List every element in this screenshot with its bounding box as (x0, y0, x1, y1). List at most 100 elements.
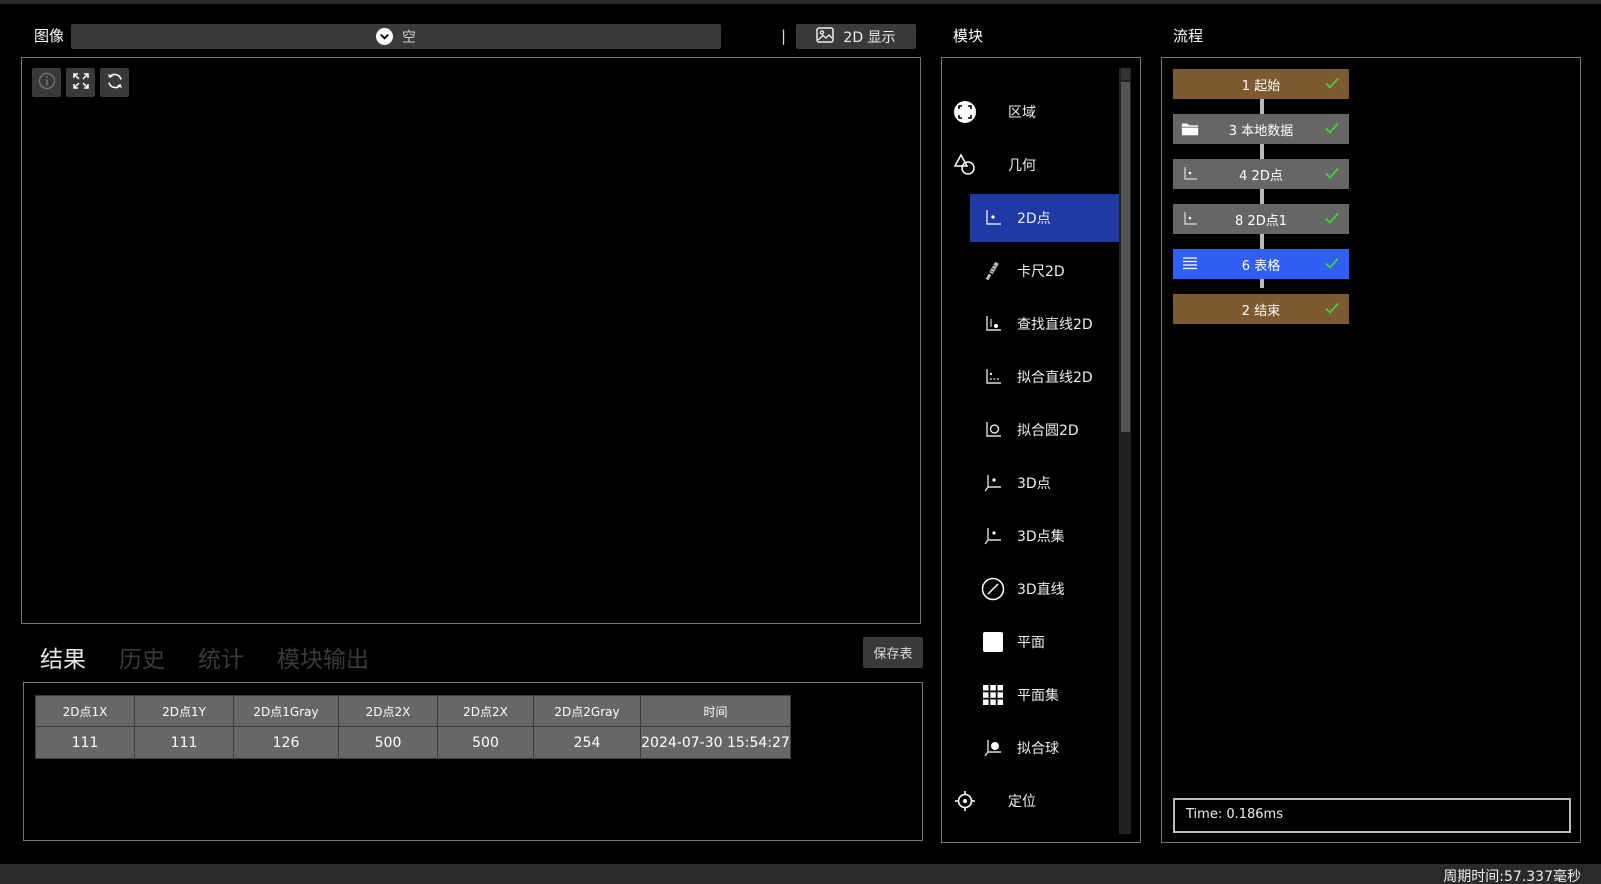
flow-node-label: 1 起始 (1241, 78, 1281, 94)
check-icon (1323, 209, 1341, 227)
display-2d-button[interactable]: 2D 显示 (796, 24, 916, 49)
column-header: 2D点2Gray (533, 695, 641, 727)
point-3d-icon (980, 470, 1006, 496)
tab-result[interactable]: 结果 (40, 640, 86, 674)
table-cell: 111 (134, 726, 234, 759)
module-item-label: 平面集 (1017, 688, 1059, 704)
image-source-select[interactable]: 空 (71, 24, 721, 49)
module-item-fit-sphere[interactable]: 拟合球 (942, 724, 1120, 772)
check-icon (1323, 254, 1341, 272)
column-header: 2D点2X (437, 695, 534, 727)
module-item-label: 卡尺2D (1017, 264, 1065, 280)
column-header: 时间 (640, 695, 791, 727)
module-item-label: 拟合直线2D (1017, 370, 1093, 386)
module-item-point-set-3d[interactable]: 3D点集 (942, 512, 1120, 560)
flow-node-table[interactable]: 6 表格 (1173, 249, 1349, 279)
module-item-point-2d[interactable]: 2D点 (970, 194, 1120, 242)
fit-line-icon (980, 364, 1006, 390)
column-header: 2D点1Gray (233, 695, 339, 727)
save-table-button[interactable]: 保存表 (863, 637, 923, 668)
module-item-label: 拟合球 (1017, 741, 1059, 757)
module-item-fit-circle-2d[interactable]: 拟合圆2D (942, 406, 1120, 454)
module-item-plane[interactable]: 平面 (942, 618, 1120, 666)
module-item-plane-set[interactable]: 平面集 (942, 671, 1120, 719)
flow-node-label: 6 表格 (1241, 258, 1281, 274)
table-cell: 254 (533, 726, 641, 759)
module-item-label: 查找直线2D (1017, 317, 1093, 333)
table-cell: 500 (338, 726, 438, 759)
image-viewer[interactable] (21, 57, 921, 624)
table-cell: 2024-07-30 15:54:27 (640, 726, 791, 759)
module-item-fit-line-2d[interactable]: 拟合直线2D (942, 353, 1120, 401)
module-item-label: 3D点 (1017, 476, 1051, 492)
flow-node-start[interactable]: 1 起始 (1173, 69, 1349, 99)
flow-title: 流程 (1173, 27, 1204, 45)
module-item-label: 2D点 (1017, 211, 1051, 227)
result-table: 2D点1X 2D点1Y 2D点1Gray 2D点2X 2D点2X 2D点2Gra… (35, 695, 791, 759)
module-scrollbar[interactable] (1119, 68, 1131, 834)
point-2d-icon (980, 205, 1006, 231)
execution-time: Time: 0.186ms (1173, 798, 1571, 833)
image-icon (816, 26, 835, 47)
column-header: 2D点2X (338, 695, 438, 727)
point-2d-icon (1181, 210, 1199, 228)
table-header-row: 2D点1X 2D点1Y 2D点1Gray 2D点2X 2D点2X 2D点2Gra… (35, 695, 791, 727)
refresh-button[interactable] (100, 68, 129, 97)
geometry-icon (952, 152, 978, 178)
image-label: 图像 (34, 27, 65, 45)
table-cell: 126 (233, 726, 339, 759)
plane-icon (980, 629, 1006, 655)
caliper-icon (980, 258, 1006, 284)
module-item-label: 拟合圆2D (1017, 423, 1079, 439)
info-button[interactable] (32, 68, 61, 97)
module-item-label: 3D直线 (1017, 582, 1065, 598)
info-icon (38, 72, 56, 94)
module-item-region[interactable]: 区域 (942, 88, 1120, 136)
separator: | (781, 27, 787, 45)
image-select-value: 空 (402, 29, 416, 46)
flow-panel: 1 起始 3 本地数据 4 2D点 8 2D点1 6 表格 2 结束 Time:… (1161, 57, 1581, 843)
check-icon (1323, 164, 1341, 182)
flow-node-point-2d-1[interactable]: 8 2D点1 (1173, 204, 1349, 234)
table-row[interactable]: 111 111 126 500 500 254 2024-07-30 15:54… (35, 726, 791, 759)
point-set-3d-icon (980, 523, 1006, 549)
tab-module-output[interactable]: 模块输出 (277, 640, 369, 674)
check-icon (1323, 299, 1341, 317)
flow-node-label: 3 本地数据 (1228, 123, 1294, 139)
flow-node-label: 2 结束 (1241, 303, 1281, 319)
flow-node-local-data[interactable]: 3 本地数据 (1173, 114, 1349, 144)
expand-icon (72, 72, 90, 94)
module-item-label: 区域 (1008, 105, 1036, 121)
module-title: 模块 (953, 27, 984, 45)
top-strip (0, 0, 1601, 4)
module-item-find-line-2d[interactable]: 查找直线2D (942, 300, 1120, 348)
fit-sphere-icon (980, 735, 1006, 761)
region-icon (952, 99, 978, 125)
module-item-caliper[interactable]: 卡尺2D (942, 247, 1120, 295)
module-item-line-3d[interactable]: 3D直线 (942, 565, 1120, 613)
module-item-label: 定位 (1008, 794, 1036, 810)
module-item-locate[interactable]: 定位 (942, 777, 1120, 825)
tab-history[interactable]: 历史 (119, 640, 165, 674)
chevron-down-icon (376, 28, 393, 45)
check-icon (1323, 119, 1341, 137)
module-item-geometry[interactable]: 几何 (942, 141, 1120, 189)
status-bar: 周期时间:57.337毫秒 (0, 864, 1601, 884)
flow-node-label: 4 2D点 (1239, 168, 1283, 184)
result-tabs: 结果 历史 统计 模块输出 (40, 640, 369, 674)
column-header: 2D点1Y (134, 695, 234, 727)
module-item-point-3d[interactable]: 3D点 (942, 459, 1120, 507)
point-2d-icon (1181, 165, 1199, 183)
flow-node-label: 8 2D点1 (1235, 213, 1287, 229)
table-cell: 111 (35, 726, 135, 759)
flow-node-point-2d[interactable]: 4 2D点 (1173, 159, 1349, 189)
scrollbar-thumb[interactable] (1121, 82, 1130, 432)
fit-circle-icon (980, 417, 1006, 443)
table-cell: 500 (437, 726, 534, 759)
check-icon (1323, 74, 1341, 92)
result-panel: 2D点1X 2D点1Y 2D点1Gray 2D点2X 2D点2X 2D点2Gra… (23, 682, 923, 841)
tab-statistics[interactable]: 统计 (198, 640, 244, 674)
flow-node-end[interactable]: 2 结束 (1173, 294, 1349, 324)
module-item-label: 平面 (1017, 635, 1045, 651)
fullscreen-button[interactable] (66, 68, 95, 97)
